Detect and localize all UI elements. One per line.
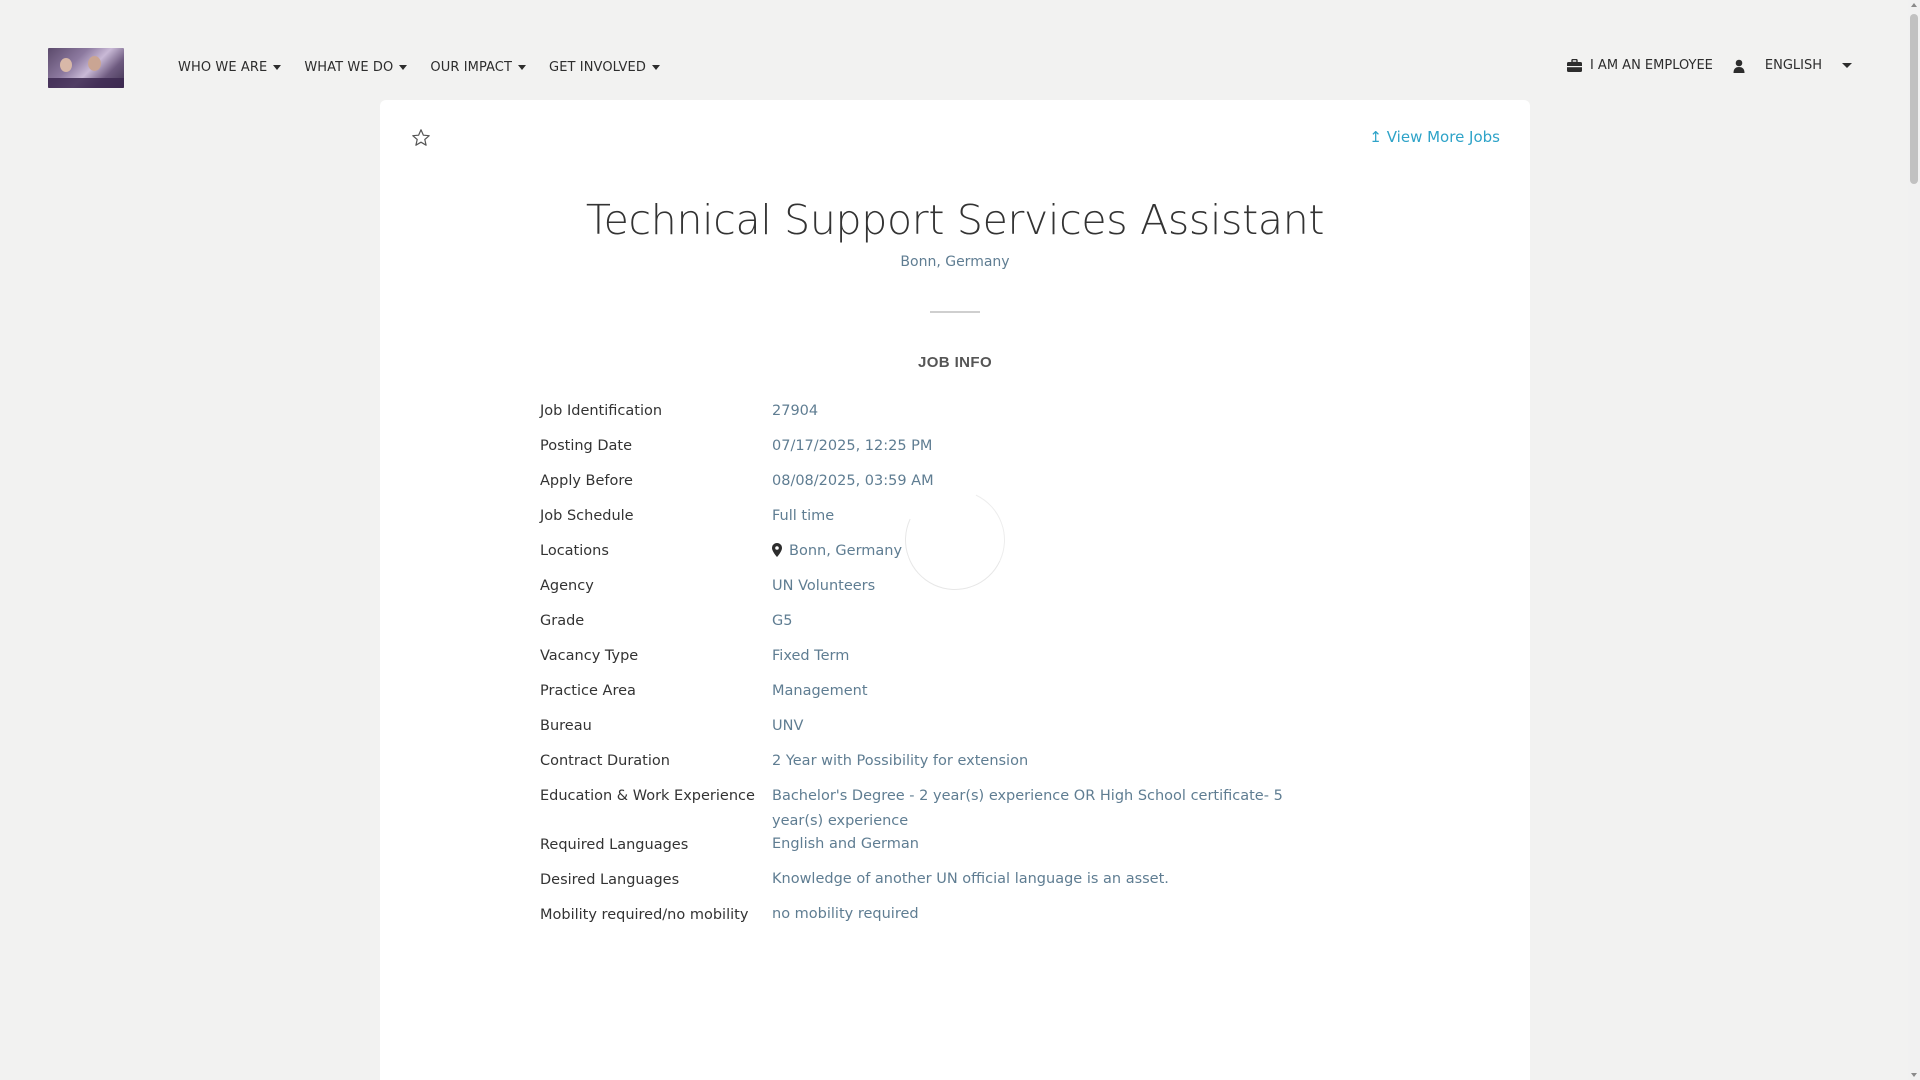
info-label: Job Identification <box>540 403 663 419</box>
caret-down-icon <box>399 64 408 70</box>
nav-label: WHAT WE DO <box>304 59 394 75</box>
info-label: Agency <box>540 578 594 594</box>
info-value-location: Bonn, Germany <box>772 539 1292 564</box>
page: WHO WE ARE WHAT WE DO OUR IMPACT GET INV… <box>0 0 1920 1080</box>
info-row: Vacancy Type Fixed Term <box>540 645 1340 680</box>
nav-label: OUR IMPACT <box>430 59 513 75</box>
page-scrollbar[interactable] <box>1908 0 1920 1080</box>
scroll-up-icon[interactable] <box>1911 3 1917 7</box>
info-value: UN Volunteers <box>772 577 876 594</box>
info-value: 08/08/2025, 03:59 AM <box>772 472 934 489</box>
nav-label: WHO WE ARE <box>178 59 268 75</box>
info-label: Job Schedule <box>540 508 634 524</box>
info-label: Education & Work Experience <box>540 788 755 804</box>
job-title: Technical Support Services Assistant <box>585 196 1325 244</box>
info-value: Knowledge of another UN official languag… <box>772 871 1169 887</box>
info-label: Apply Before <box>540 473 633 489</box>
info-label: Grade <box>540 613 585 629</box>
info-label: Posting Date <box>540 438 633 454</box>
nav-what-we-do[interactable]: WHAT WE DO <box>304 58 408 76</box>
info-label: Contract Duration <box>540 753 670 769</box>
info-value: Full time <box>772 507 835 524</box>
briefcase-icon <box>1566 59 1582 72</box>
info-value: English and German <box>772 836 919 852</box>
nav-get-involved[interactable]: GET INVOLVED <box>549 58 660 76</box>
info-label: Vacancy Type <box>540 648 639 664</box>
info-value: G5 <box>772 612 793 629</box>
site-logo[interactable] <box>48 48 124 88</box>
main-nav: WHO WE ARE WHAT WE DO OUR IMPACT GET INV… <box>178 58 683 76</box>
info-label: Required Languages <box>540 836 689 853</box>
info-value: 27904 <box>772 402 819 419</box>
scrollbar-thumb[interactable] <box>1910 14 1918 184</box>
employee-label: I AM AN EMPLOYEE <box>1589 58 1713 73</box>
star-icon[interactable] <box>411 128 431 148</box>
language-selector[interactable]: ENGLISH <box>1765 58 1852 73</box>
view-more-jobs-link[interactable]: ↥ View More Jobs <box>1369 128 1500 146</box>
info-value: no mobility required <box>772 906 919 922</box>
info-label: Desired Languages <box>540 871 680 888</box>
job-location: Bonn, Germany <box>900 254 1010 270</box>
caret-down-icon <box>518 64 527 70</box>
info-label: Locations <box>540 543 609 559</box>
info-label: Mobility required/no mobility <box>540 906 749 923</box>
info-value: Management <box>772 682 868 699</box>
job-info-table: Job Identification 27904 Posting Date 07… <box>540 400 1340 939</box>
info-value: UNV <box>772 717 804 734</box>
logo-image-detail <box>88 56 101 71</box>
info-row: Posting Date 07/17/2025, 12:25 PM <box>540 435 1340 470</box>
info-row: Contract Duration 2 Year with Possibilit… <box>540 750 1340 785</box>
logo-image-band <box>48 78 124 88</box>
user-icon[interactable] <box>1733 59 1745 73</box>
caret-down-icon <box>273 64 282 70</box>
section-title: JOB INFO <box>917 354 993 371</box>
employee-link[interactable]: I AM AN EMPLOYEE <box>1566 58 1713 73</box>
nav-our-impact[interactable]: OUR IMPACT <box>430 58 527 76</box>
language-label: ENGLISH <box>1764 58 1822 73</box>
location-link[interactable]: Bonn, Germany <box>789 543 902 559</box>
info-row: Required Languages English and German <box>540 834 1340 869</box>
nav-label: GET INVOLVED <box>549 59 646 75</box>
nav-who-we-are[interactable]: WHO WE ARE <box>178 58 282 76</box>
info-label: Practice Area <box>540 683 636 699</box>
info-row: Job Identification 27904 <box>540 400 1340 435</box>
map-pin-icon <box>772 542 782 557</box>
info-row: Grade G5 <box>540 610 1340 645</box>
info-value: 07/17/2025, 12:25 PM <box>772 437 933 454</box>
utility-nav: I AM AN EMPLOYEE ENGLISH <box>1566 58 1852 73</box>
info-value: Bachelor's Degree - 2 year(s) experience… <box>772 787 1283 829</box>
caret-down-icon <box>651 64 660 70</box>
divider <box>930 311 980 313</box>
info-row: Mobility required/no mobility no mobilit… <box>540 904 1340 939</box>
info-value: Fixed Term <box>772 647 850 664</box>
caret-down-icon <box>1842 63 1852 68</box>
scroll-down-icon[interactable] <box>1911 1073 1917 1077</box>
info-label: Bureau <box>540 718 592 734</box>
info-value: 2 Year with Possibility for extension <box>772 752 1029 769</box>
info-row: Bureau UNV <box>540 715 1340 750</box>
info-row: Practice Area Management <box>540 680 1340 715</box>
info-row: Education & Work Experience Bachelor's D… <box>540 785 1340 834</box>
info-row: Desired Languages Knowledge of another U… <box>540 869 1340 904</box>
logo-image-detail <box>60 58 72 72</box>
